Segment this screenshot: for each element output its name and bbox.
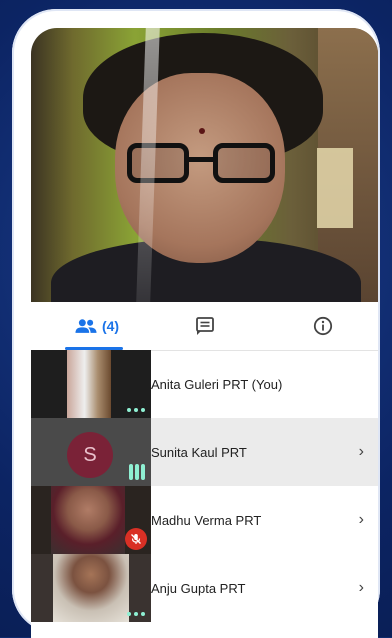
- avatar: S: [67, 432, 113, 478]
- meeting-tabs: (4): [31, 302, 378, 351]
- participant-tile: [31, 350, 151, 418]
- participant-name: Sunita Kaul PRT: [151, 444, 247, 460]
- audio-indicator-icon: [127, 612, 145, 616]
- participant-name: Madhu Verma PRT: [151, 512, 262, 528]
- tab-chat[interactable]: [181, 302, 229, 350]
- meet-screen: (4) Anita Guleri PRT (You) S Sunita Kaul…: [31, 28, 378, 638]
- audio-indicator-icon: [127, 408, 145, 412]
- participant-list: Anita Guleri PRT (You) S Sunita Kaul PRT…: [31, 350, 378, 622]
- participant-name: Anju Gupta PRT: [151, 580, 246, 596]
- participant-video-thumb: [67, 350, 111, 418]
- participant-tile: [31, 554, 151, 622]
- video-person-bindi: [199, 128, 205, 134]
- chat-icon: [196, 317, 214, 335]
- list-item[interactable]: Madhu Verma PRT ›: [31, 486, 378, 554]
- participant-video-thumb: [51, 486, 125, 554]
- tab-info[interactable]: [299, 302, 347, 350]
- list-item[interactable]: Anju Gupta PRT ›: [31, 554, 378, 622]
- info-icon: [313, 316, 333, 336]
- chevron-right-icon[interactable]: ›: [359, 579, 364, 597]
- mic-off-icon: [125, 528, 147, 550]
- participant-tile: S: [31, 418, 151, 486]
- chevron-right-icon[interactable]: ›: [359, 511, 364, 529]
- chevron-right-icon[interactable]: ›: [359, 443, 364, 461]
- list-item[interactable]: Anita Guleri PRT (You): [31, 350, 378, 418]
- participant-tile: [31, 486, 151, 554]
- people-icon: [75, 319, 97, 333]
- video-background-window: [317, 148, 353, 228]
- participant-name: Anita Guleri PRT (You): [151, 376, 283, 392]
- tab-people[interactable]: (4): [61, 302, 133, 350]
- list-item[interactable]: S Sunita Kaul PRT ›: [31, 418, 378, 486]
- speaking-indicator-icon: [129, 464, 145, 480]
- main-video[interactable]: [31, 28, 378, 302]
- participant-video-thumb: [53, 554, 129, 622]
- people-count: (4): [101, 318, 120, 334]
